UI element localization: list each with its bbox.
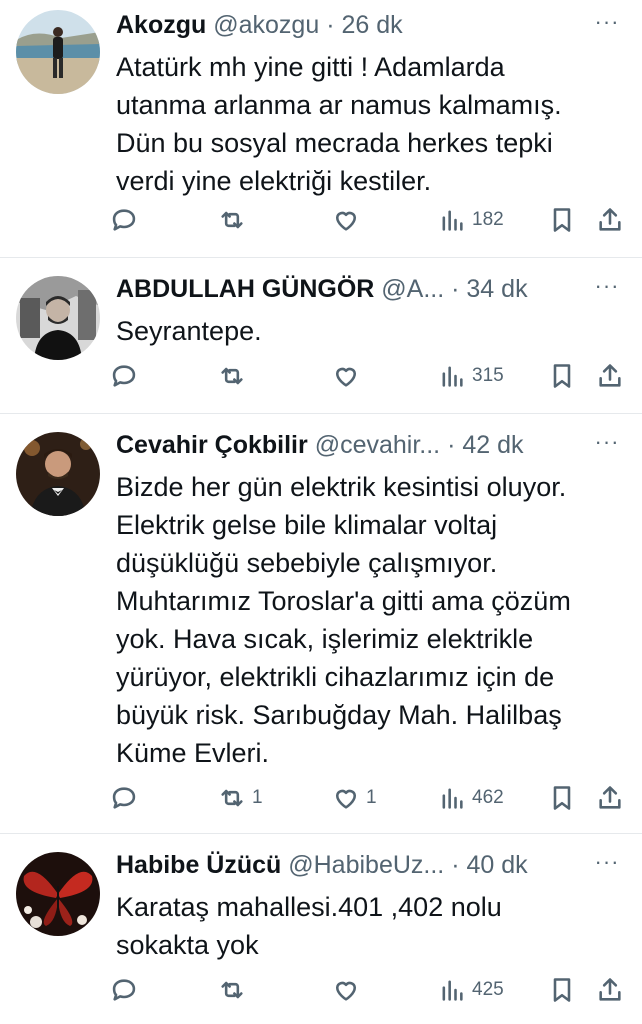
author-handle[interactable]: @HabibeUz... (288, 851, 444, 879)
heart-icon (335, 211, 357, 231)
bookmark-button[interactable] (548, 778, 576, 818)
tweet-actions: 182 (110, 200, 632, 240)
views-button[interactable]: 315 (438, 356, 504, 396)
reply-icon (112, 787, 136, 809)
retweet-icon (221, 211, 243, 229)
bookmark-icon (553, 208, 571, 232)
views-button[interactable]: 462 (438, 778, 504, 818)
like-button[interactable] (332, 970, 366, 1010)
share-icon (599, 978, 621, 1001)
retweet-icon (221, 789, 243, 807)
tweet[interactable]: Habibe Üzücü @HabibeUz... · 40 dk ··· Ka… (0, 834, 642, 1024)
retweet-icon (221, 367, 243, 385)
tweet-actions: 315 (110, 356, 632, 396)
view-count: 182 (472, 209, 504, 230)
avatar[interactable] (16, 276, 100, 360)
reply-icon (112, 365, 136, 387)
tweet-actions: 1 1 462 (110, 778, 632, 818)
tweet-header: ABDULLAH GÜNGÖR @A... · 34 dk ··· (116, 272, 622, 306)
author-name[interactable]: Habibe Üzücü (116, 851, 281, 879)
bookmark-button[interactable] (548, 200, 576, 240)
share-button[interactable] (596, 778, 624, 818)
more-options-icon[interactable]: ··· (592, 8, 622, 42)
tweet-time[interactable]: 34 dk (466, 275, 527, 303)
bookmark-icon (553, 978, 571, 1002)
avatar[interactable] (16, 10, 100, 94)
retweet-button[interactable] (218, 200, 252, 240)
reply-icon (112, 209, 136, 231)
like-button[interactable] (332, 200, 366, 240)
more-options-icon[interactable]: ··· (592, 848, 622, 882)
more-options-icon[interactable]: ··· (592, 272, 622, 306)
more-options-icon[interactable]: ··· (592, 428, 622, 462)
author-handle[interactable]: @cevahir... (315, 431, 440, 459)
separator-dot: · (326, 11, 335, 39)
share-icon (599, 364, 621, 387)
retweet-button[interactable]: 1 (218, 778, 263, 818)
reply-button[interactable] (110, 200, 144, 240)
avatar[interactable] (16, 432, 100, 516)
tweet-text: Bizde her gün elektrik kesintisi oluyor.… (116, 472, 571, 768)
tweet[interactable]: Akozgu @akozgu · 26 dk ··· Atatürk mh yi… (0, 0, 642, 258)
analytics-icon (442, 788, 463, 809)
like-button[interactable] (332, 356, 366, 396)
bookmark-button[interactable] (548, 356, 576, 396)
retweet-button[interactable] (218, 970, 252, 1010)
share-button[interactable] (596, 200, 624, 240)
reply-icon (112, 979, 136, 1001)
views-button[interactable]: 425 (438, 970, 504, 1010)
bookmark-icon (553, 364, 571, 388)
analytics-icon (442, 980, 463, 1001)
like-count: 1 (366, 787, 377, 808)
author-handle[interactable]: @A... (381, 275, 444, 303)
author-name[interactable]: Cevahir Çokbilir (116, 431, 308, 459)
reply-button[interactable] (110, 778, 144, 818)
retweet-button[interactable] (218, 356, 252, 396)
separator-dot: · (451, 275, 460, 303)
tweet-header: Cevahir Çokbilir @cevahir... · 42 dk ··· (116, 428, 622, 462)
tweet-header: Habibe Üzücü @HabibeUz... · 40 dk ··· (116, 848, 622, 882)
tweet-time[interactable]: 42 dk (462, 431, 523, 459)
tweet-time[interactable]: 26 dk (341, 11, 402, 39)
reply-button[interactable] (110, 356, 144, 396)
heart-icon (335, 789, 357, 809)
tweet-actions: 425 (110, 970, 632, 1010)
tweet-text: Atatürk mh yine gitti ! Adamlarda utanma… (116, 52, 562, 196)
share-button[interactable] (596, 970, 624, 1010)
share-icon (599, 208, 621, 231)
views-button[interactable]: 182 (438, 200, 504, 240)
retweet-count: 1 (252, 787, 263, 808)
heart-icon (335, 981, 357, 1001)
author-name[interactable]: Akozgu (116, 11, 206, 39)
avatar[interactable] (16, 852, 100, 936)
share-icon (599, 786, 621, 809)
like-button[interactable]: 1 (332, 778, 377, 818)
retweet-icon (221, 981, 243, 999)
view-count: 315 (472, 365, 504, 386)
tweet-text: Karataş mahallesi.401 ,402 nolu sokakta … (116, 892, 502, 960)
bookmark-button[interactable] (548, 970, 576, 1010)
author-handle[interactable]: @akozgu (213, 11, 319, 39)
tweet-feed: Akozgu @akozgu · 26 dk ··· Atatürk mh yi… (0, 0, 642, 1024)
tweet[interactable]: ABDULLAH GÜNGÖR @A... · 34 dk ··· Seyran… (0, 258, 642, 414)
tweet-time[interactable]: 40 dk (466, 851, 527, 879)
analytics-icon (442, 366, 463, 387)
tweet-header: Akozgu @akozgu · 26 dk ··· (116, 8, 622, 42)
heart-icon (335, 367, 357, 387)
separator-dot: · (447, 431, 456, 459)
analytics-icon (442, 210, 463, 231)
tweet-text: Seyrantepe. (116, 316, 262, 346)
author-name[interactable]: ABDULLAH GÜNGÖR (116, 275, 374, 303)
view-count: 462 (472, 787, 504, 808)
reply-button[interactable] (110, 970, 144, 1010)
bookmark-icon (553, 786, 571, 810)
separator-dot: · (451, 851, 460, 879)
tweet[interactable]: Cevahir Çokbilir @cevahir... · 42 dk ···… (0, 414, 642, 834)
view-count: 425 (472, 979, 504, 1000)
share-button[interactable] (596, 356, 624, 396)
